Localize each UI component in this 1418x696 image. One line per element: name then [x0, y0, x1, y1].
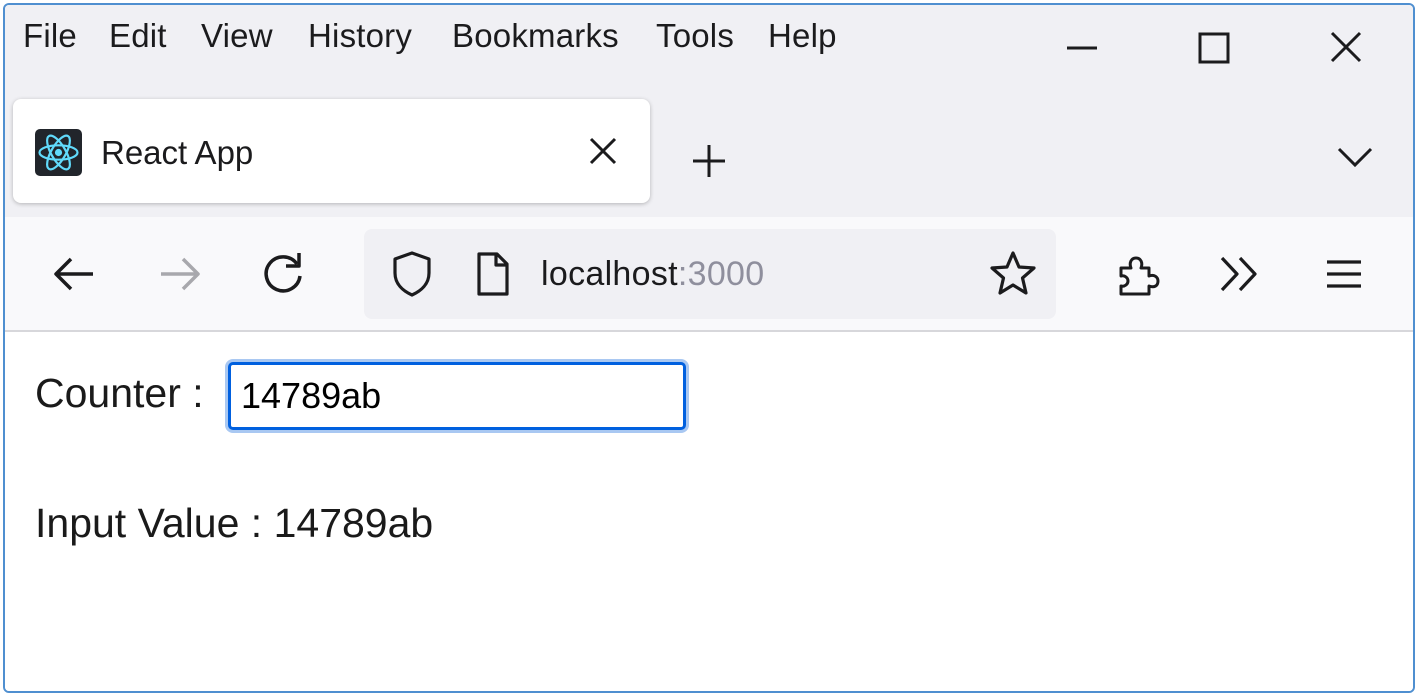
tab-title: React App	[101, 134, 254, 171]
close-icon[interactable]	[1316, 15, 1376, 75]
maximize-icon[interactable]	[1184, 15, 1244, 75]
puzzle-icon[interactable]	[1111, 246, 1167, 302]
counter-label: Counter :	[35, 370, 204, 416]
navigation-toolbar: localhost:3000	[5, 217, 1413, 332]
page-content: Counter : Input Value : 14789ab	[5, 332, 1413, 691]
url-port: :3000	[677, 255, 765, 293]
counter-input[interactable]	[228, 362, 686, 430]
chevron-double-right-icon[interactable]	[1212, 246, 1268, 302]
shield-icon[interactable]	[384, 246, 440, 302]
star-icon[interactable]	[985, 246, 1041, 302]
hamburger-icon[interactable]	[1316, 246, 1372, 302]
tab-strip: React App	[5, 99, 1413, 217]
menu-view[interactable]: View	[201, 17, 273, 55]
menu-file[interactable]: File	[23, 17, 77, 55]
menu-bookmarks[interactable]: Bookmarks	[452, 17, 619, 55]
forward-arrow-icon[interactable]	[151, 246, 207, 302]
menu-tools[interactable]: Tools	[656, 17, 734, 55]
chevron-down-icon[interactable]	[1331, 133, 1379, 181]
browser-window: File Edit View History Bookmarks Tools H…	[3, 3, 1415, 693]
menu-bar: File Edit View History Bookmarks Tools H…	[5, 5, 1413, 99]
input-value-label: Input Value :	[35, 500, 263, 546]
menu-help[interactable]: Help	[768, 17, 837, 55]
reload-icon[interactable]	[255, 246, 311, 302]
input-value-display: Input Value : 14789ab	[35, 500, 433, 547]
address-bar[interactable]: localhost:3000	[364, 229, 1056, 319]
tab-close-icon[interactable]	[581, 129, 625, 173]
page-icon[interactable]	[465, 246, 521, 302]
url-host: localhost	[541, 255, 678, 293]
react-logo-icon	[35, 129, 82, 176]
url-text[interactable]: localhost:3000	[541, 255, 764, 294]
menu-history[interactable]: History	[308, 17, 412, 55]
back-arrow-icon[interactable]	[47, 246, 103, 302]
new-tab-plus-icon[interactable]	[685, 137, 733, 185]
minimize-icon[interactable]	[1051, 15, 1111, 75]
tab-react-app[interactable]: React App	[13, 99, 650, 203]
menu-edit[interactable]: Edit	[109, 17, 167, 55]
input-value-text: 14789ab	[273, 500, 434, 546]
